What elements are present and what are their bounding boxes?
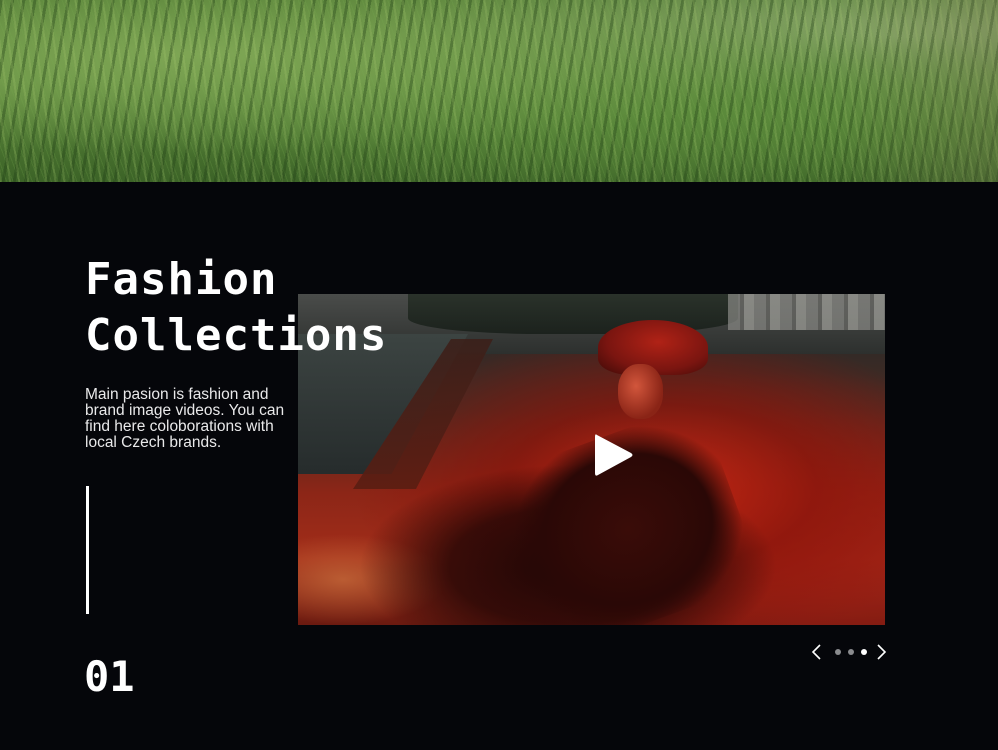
chevron-right-icon — [877, 644, 887, 660]
title-line-1: Fashion — [85, 254, 278, 305]
play-icon — [595, 434, 633, 476]
vertical-divider — [86, 486, 89, 614]
slider-dot-1[interactable] — [835, 649, 841, 655]
page-title: Fashion Collections — [85, 252, 387, 364]
grass-hero-image — [0, 0, 998, 182]
slider-next-button[interactable] — [874, 643, 888, 661]
slider-controls — [808, 640, 890, 664]
description-line: brand image videos. You can — [85, 402, 285, 419]
page: Fashion Collections Main pasion is fashi… — [0, 0, 998, 750]
chevron-left-icon — [811, 644, 821, 660]
slider-dot-3-active[interactable] — [861, 649, 867, 655]
description-line: local Czech brands. — [85, 434, 222, 451]
description-line: Main pasion is fashion and — [85, 386, 269, 403]
section-description: Main pasion is fashion and brand image v… — [85, 387, 320, 451]
slider-prev-button[interactable] — [810, 643, 824, 661]
slider-dot-2[interactable] — [848, 649, 854, 655]
play-button[interactable] — [591, 430, 637, 480]
slide-number: 01 — [84, 652, 135, 701]
description-line: find here coloborations with — [85, 418, 274, 435]
video-graffiti-wall — [728, 294, 885, 330]
video-figure-face — [618, 364, 663, 419]
title-line-2: Collections — [85, 310, 388, 361]
